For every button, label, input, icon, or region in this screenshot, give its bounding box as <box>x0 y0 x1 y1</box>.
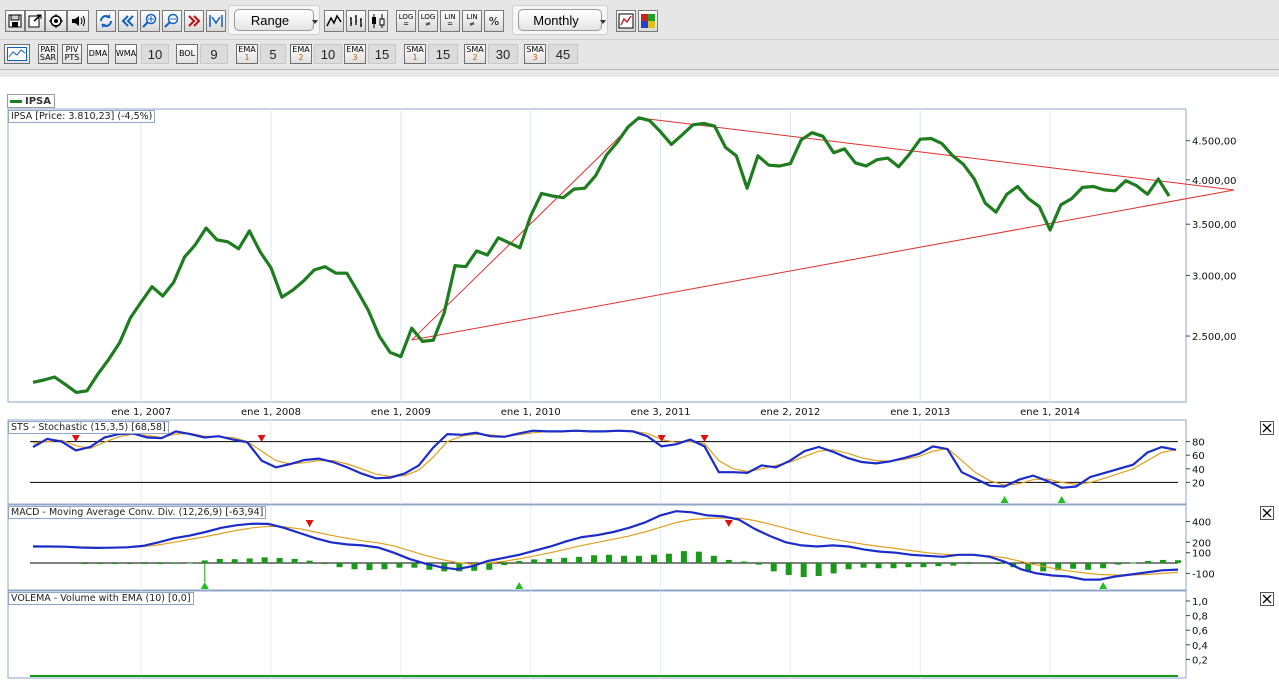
bol-period[interactable]: 9 <box>200 44 228 64</box>
legend-symbol: IPSA <box>25 95 51 107</box>
series-legend[interactable]: IPSA <box>7 94 55 108</box>
candlestick-icon[interactable] <box>368 10 388 32</box>
sma2-button[interactable]: SMA 2 <box>464 44 486 64</box>
ema2-period[interactable]: 10 <box>314 44 342 64</box>
settings-icon[interactable] <box>45 10 67 32</box>
save-icon[interactable] <box>5 10 25 32</box>
sma1-button[interactable]: SMA 1 <box>404 44 426 64</box>
refresh-icon[interactable] <box>96 10 116 32</box>
ema2-button[interactable]: EMA 2 <box>290 44 312 64</box>
ema3-period[interactable]: 15 <box>368 44 396 64</box>
ema1-period[interactable]: 5 <box>260 44 286 64</box>
chevron-down-icon <box>600 20 606 24</box>
piv-pts-button[interactable]: PIV PTS <box>62 44 82 64</box>
close-icon <box>1262 594 1272 604</box>
dma-button[interactable]: DMA <box>87 44 109 64</box>
chart-settings-icon[interactable] <box>616 10 636 32</box>
log-notequal-button[interactable]: LOG ≠ <box>418 10 438 32</box>
sma3-period[interactable]: 45 <box>548 44 578 64</box>
par-sar-button[interactable]: PAR SAR <box>38 44 58 64</box>
bar-chart-icon[interactable] <box>346 10 366 32</box>
sound-icon[interactable] <box>67 10 89 32</box>
period-label: Monthly <box>533 12 579 28</box>
close-macd-button[interactable] <box>1260 506 1274 520</box>
ema3-button[interactable]: EMA 3 <box>344 44 366 64</box>
chart-style-icon[interactable] <box>4 44 30 64</box>
period-select[interactable]: Monthly <box>512 5 608 35</box>
price-panel-label: IPSA [Price: 3.810,23] (-4,5%) <box>8 110 156 123</box>
wma-period[interactable]: 10 <box>141 44 169 64</box>
line-chart-icon[interactable] <box>324 10 344 32</box>
stochastic-panel-label: STS - Stochastic (15,3,5) [68,58] <box>8 421 169 434</box>
main-toolbar: Range LOG = LOG ≠ LIN = LIN ≠ % Monthly <box>0 0 1279 40</box>
sma1-period[interactable]: 15 <box>428 44 458 64</box>
sma2-period[interactable]: 30 <box>488 44 518 64</box>
color-palette-icon[interactable] <box>638 10 658 32</box>
ema1-button[interactable]: EMA 1 <box>236 44 258 64</box>
zoom-out-icon[interactable] <box>162 10 182 32</box>
fast-forward-icon[interactable] <box>184 10 204 32</box>
close-icon <box>1262 423 1272 433</box>
percent-button[interactable]: % <box>484 10 504 32</box>
legend-swatch <box>10 99 22 103</box>
close-volume-button[interactable] <box>1260 592 1274 606</box>
fit-icon[interactable] <box>206 10 226 32</box>
zoom-in-icon[interactable] <box>140 10 160 32</box>
export-icon[interactable] <box>25 10 45 32</box>
close-icon <box>1262 508 1272 518</box>
wma-button[interactable]: WMA <box>115 44 137 64</box>
sma3-button[interactable]: SMA 3 <box>524 44 546 64</box>
lin-equal-button[interactable]: LIN = <box>440 10 460 32</box>
range-select[interactable]: Range <box>228 5 320 35</box>
log-equal-button[interactable]: LOG = <box>396 10 416 32</box>
bol-button[interactable]: BOL <box>176 44 198 64</box>
volume-panel-label: VOLEMA - Volume with EMA (10) [0,0] <box>8 592 194 605</box>
range-label: Range <box>250 12 290 28</box>
lin-notequal-button[interactable]: LIN ≠ <box>462 10 482 32</box>
chevron-down-icon <box>312 20 318 24</box>
scroll-back-icon[interactable] <box>118 10 138 32</box>
close-stochastic-button[interactable] <box>1260 421 1274 435</box>
macd-panel-label: MACD - Moving Average Conv. Div. (12,26,… <box>8 506 267 519</box>
